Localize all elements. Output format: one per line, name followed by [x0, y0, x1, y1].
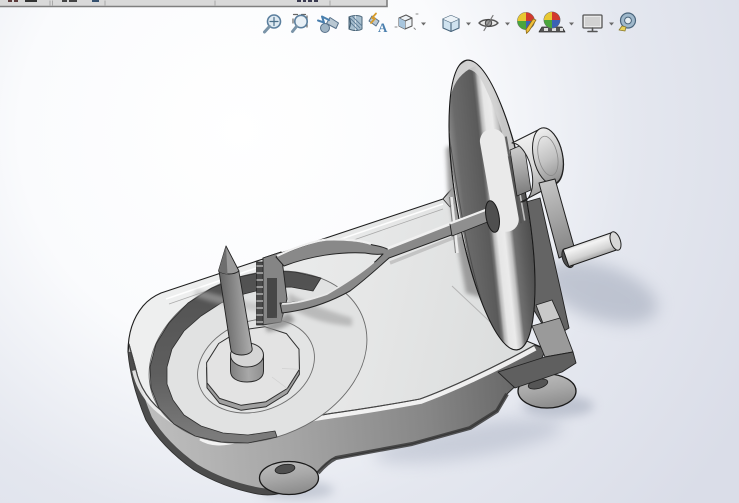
svg-text:A: A — [378, 20, 388, 35]
